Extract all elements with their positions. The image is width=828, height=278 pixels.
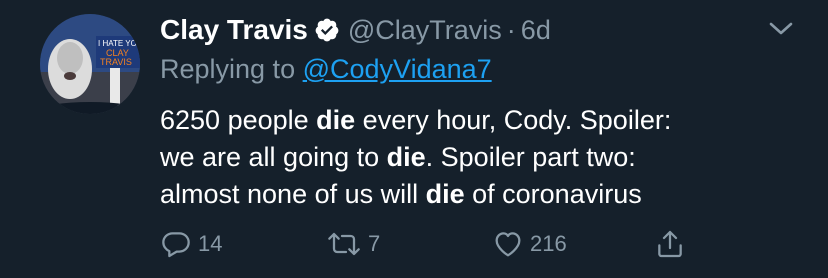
share-icon [654, 228, 686, 260]
replying-to-prefix: Replying to [160, 54, 296, 84]
tweet-text: almost none of us will [160, 179, 426, 209]
tweet-text-bold: die [386, 142, 426, 172]
verified-badge-icon [314, 17, 340, 43]
tweet-text: we are all going to [160, 142, 387, 172]
avatar-image: I HATE YOU CLAY TRAVIS [40, 14, 140, 114]
share-button[interactable] [654, 228, 686, 260]
tweet-text: 6250 people [160, 105, 317, 135]
tweet-text: every hour, Cody. Spoiler: [355, 105, 672, 135]
tweet-body-line: 6250 people die every hour, Cody. Spoile… [160, 102, 800, 139]
replying-to-line: Replying to @CodyVidana7 [160, 54, 492, 85]
heart-icon [492, 228, 524, 260]
tweet-text-bold: die [425, 179, 465, 209]
chevron-down-icon[interactable] [768, 20, 794, 38]
tweet[interactable]: I HATE YOU CLAY TRAVIS Clay Travis @Clay… [0, 0, 828, 278]
like-button[interactable]: 216 [492, 228, 567, 260]
tweet-text-bold: die [316, 105, 356, 135]
avatar-sign-line1: I HATE YOU [98, 39, 140, 48]
display-name[interactable]: Clay Travis [160, 14, 308, 46]
tweet-timestamp[interactable]: 6d [521, 15, 551, 46]
user-handle[interactable]: @ClayTravis [348, 15, 502, 46]
replying-to-link[interactable]: @CodyVidana7 [303, 54, 492, 84]
tweet-header: Clay Travis @ClayTravis · 6d [160, 10, 551, 50]
retweet-button[interactable]: 7 [326, 228, 380, 260]
tweet-text: of coronavirus [464, 179, 642, 209]
tweet-body-line: almost none of us will die of coronaviru… [160, 176, 800, 213]
tweet-text: . Spoiler part two: [425, 142, 636, 172]
avatar-sign-line3: TRAVIS [100, 57, 132, 67]
reply-icon [160, 228, 192, 260]
reply-count: 14 [198, 231, 223, 256]
tweet-actions: 14 7 216 [160, 228, 800, 262]
retweet-icon [326, 228, 362, 260]
separator-dot: · [506, 14, 516, 45]
tweet-body-line: we are all going to die. Spoiler part tw… [160, 139, 800, 176]
like-count: 216 [530, 231, 567, 256]
reply-button[interactable]: 14 [160, 228, 222, 260]
tweet-body: 6250 people die every hour, Cody. Spoile… [160, 102, 800, 213]
retweet-count: 7 [368, 231, 381, 256]
avatar[interactable]: I HATE YOU CLAY TRAVIS [40, 14, 140, 114]
